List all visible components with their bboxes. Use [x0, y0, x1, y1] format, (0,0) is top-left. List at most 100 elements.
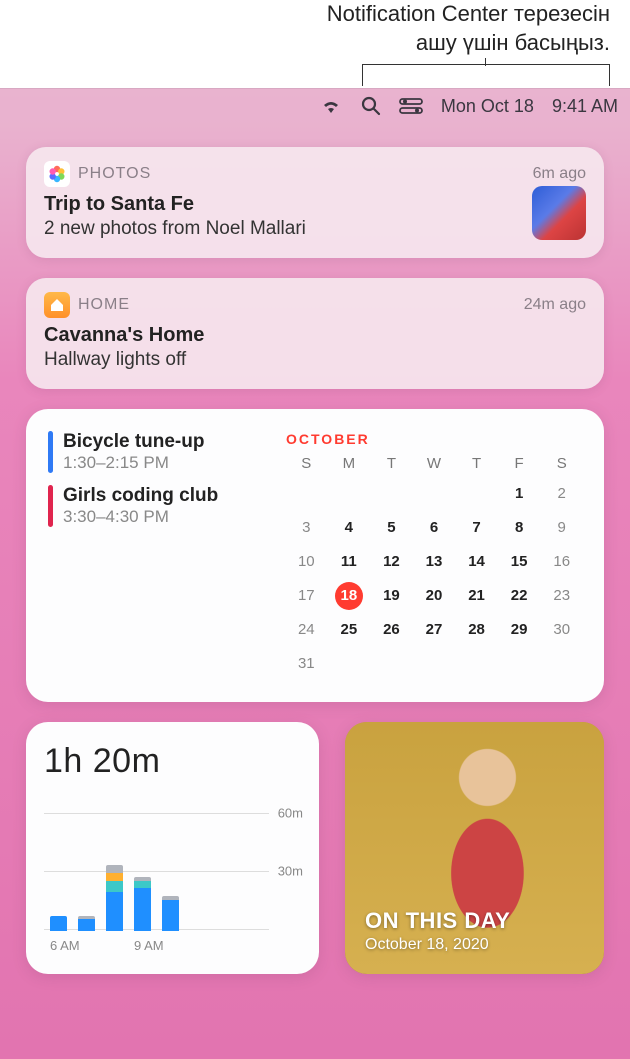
calendar-day[interactable]: 9	[548, 514, 576, 542]
notification-time: 6m ago	[533, 165, 586, 183]
calendar-day[interactable]: 6	[420, 514, 448, 542]
calendar-dow: F	[499, 455, 540, 474]
screen-time-segment	[106, 873, 123, 881]
calendar-day[interactable]: 28	[463, 616, 491, 644]
notification-app-name: PHOTOS	[78, 165, 151, 183]
calendar-day[interactable]: 26	[377, 616, 405, 644]
screen-time-ytick: 30m	[278, 864, 303, 879]
calendar-day[interactable]: 13	[420, 548, 448, 576]
notification-time: 24m ago	[524, 296, 586, 314]
calendar-day[interactable]: 21	[463, 582, 491, 610]
calendar-day[interactable]: 4	[335, 514, 363, 542]
calendar-day[interactable]: 16	[548, 548, 576, 576]
menubar-time[interactable]: 9:41 AM	[552, 96, 618, 117]
event-color-bar	[48, 431, 53, 473]
screen-time-segment	[162, 900, 179, 931]
menubar-date[interactable]: Mon Oct 18	[441, 96, 534, 117]
notification-body: Hallway lights off	[44, 349, 586, 371]
calendar-dow: W	[414, 455, 455, 474]
photos-icon	[44, 161, 70, 187]
notification-title: Cavanna's Home	[44, 324, 586, 347]
calendar-day[interactable]: 15	[505, 548, 533, 576]
event-time: 1:30–2:15 PM	[63, 453, 204, 473]
calendar-day[interactable]: 7	[463, 514, 491, 542]
screen-time-bar	[50, 916, 67, 931]
screen-time-bar	[162, 896, 179, 931]
control-center-icon[interactable]	[399, 98, 423, 114]
screen-time-xtick: 6 AM	[50, 938, 67, 953]
event-time: 3:30–4:30 PM	[63, 507, 218, 527]
event-color-bar	[48, 485, 53, 527]
calendar-day[interactable]: 24	[292, 616, 320, 644]
screen-time-xtick	[106, 938, 123, 953]
notification-thumbnail	[532, 186, 586, 240]
calendar-day	[377, 480, 405, 508]
calendar-event[interactable]: Bicycle tune-up 1:30–2:15 PM	[48, 431, 268, 473]
calendar-month-label: OCTOBER	[286, 431, 582, 447]
calendar-day[interactable]: 10	[292, 548, 320, 576]
calendar-day[interactable]: 11	[335, 548, 363, 576]
calendar-dow: M	[329, 455, 370, 474]
calendar-day	[463, 480, 491, 508]
screen-time-chart: 60m 30m 6 AM9 AM	[44, 803, 303, 953]
screen-time-xtick	[218, 938, 235, 953]
notification-title: Trip to Santa Fe	[44, 193, 586, 216]
notification-app-name: HOME	[78, 296, 130, 314]
screen-time-bar	[134, 877, 151, 931]
calendar-day[interactable]: 23	[548, 582, 576, 610]
screen-time-xtick	[190, 938, 207, 953]
screen-time-segment	[134, 881, 151, 889]
notification-center: Mon Oct 18 9:41 AM PHOTOS 6m ago Trip to…	[0, 88, 630, 1059]
calendar-day	[292, 480, 320, 508]
notification-body: 2 new photos from Noel Mallari	[44, 218, 586, 240]
wifi-icon[interactable]	[319, 97, 343, 115]
event-title: Bicycle tune-up	[63, 431, 204, 453]
calendar-dow: S	[541, 455, 582, 474]
calendar-day[interactable]: 29	[505, 616, 533, 644]
event-title: Girls coding club	[63, 485, 218, 507]
callout-line1: Notification Center терезесін	[327, 0, 610, 29]
screen-time-widget[interactable]: 1h 20m 60m 30m 6 AM9 AM	[26, 722, 319, 974]
spotlight-icon[interactable]	[361, 96, 381, 116]
notification-photos[interactable]: PHOTOS 6m ago Trip to Santa Fe 2 new pho…	[26, 147, 604, 258]
screen-time-segment	[106, 881, 123, 893]
on-this-day-date: October 18, 2020	[365, 936, 510, 954]
calendar-day[interactable]: 17	[292, 582, 320, 610]
menu-bar: Mon Oct 18 9:41 AM	[0, 89, 630, 123]
calendar-day[interactable]: 27	[420, 616, 448, 644]
screen-time-bar	[106, 865, 123, 931]
calendar-day[interactable]: 12	[377, 548, 405, 576]
calendar-dow: S	[286, 455, 327, 474]
calendar-day[interactable]: 3	[292, 514, 320, 542]
screen-time-segment	[106, 892, 123, 931]
screen-time-segment	[50, 916, 67, 931]
screen-time-xtick	[78, 938, 95, 953]
calendar-day[interactable]: 20	[420, 582, 448, 610]
screen-time-segment	[106, 865, 123, 873]
calendar-day[interactable]: 22	[505, 582, 533, 610]
calendar-day[interactable]: 31	[292, 650, 320, 678]
calendar-day[interactable]: 19	[377, 582, 405, 610]
screen-time-segment	[134, 888, 151, 931]
calendar-day[interactable]: 30	[548, 616, 576, 644]
calendar-event[interactable]: Girls coding club 3:30–4:30 PM	[48, 485, 268, 527]
screen-time-xtick: 9 AM	[134, 938, 151, 953]
on-this-day-widget[interactable]: On This Day October 18, 2020	[345, 722, 604, 974]
calendar-month-view: OCTOBER SMTWTFS1234567891011121314151617…	[286, 431, 582, 678]
callout-bracket	[362, 64, 610, 86]
calendar-day[interactable]: 14	[463, 548, 491, 576]
calendar-widget[interactable]: Bicycle tune-up 1:30–2:15 PM Girls codin…	[26, 409, 604, 702]
calendar-day[interactable]: 8	[505, 514, 533, 542]
on-this-day-title: On This Day	[365, 908, 510, 934]
screen-time-segment	[78, 919, 95, 931]
calendar-day[interactable]: 2	[548, 480, 576, 508]
screen-time-total: 1h 20m	[44, 742, 303, 781]
callout-line2: ашу үшін басыңыз.	[327, 29, 610, 58]
notification-home[interactable]: HOME 24m ago Cavanna's Home Hallway ligh…	[26, 278, 604, 389]
calendar-day[interactable]: 18	[335, 582, 363, 610]
calendar-day	[335, 480, 363, 508]
calendar-day[interactable]: 5	[377, 514, 405, 542]
calendar-dow: T	[371, 455, 412, 474]
calendar-day[interactable]: 25	[335, 616, 363, 644]
calendar-day[interactable]: 1	[505, 480, 533, 508]
